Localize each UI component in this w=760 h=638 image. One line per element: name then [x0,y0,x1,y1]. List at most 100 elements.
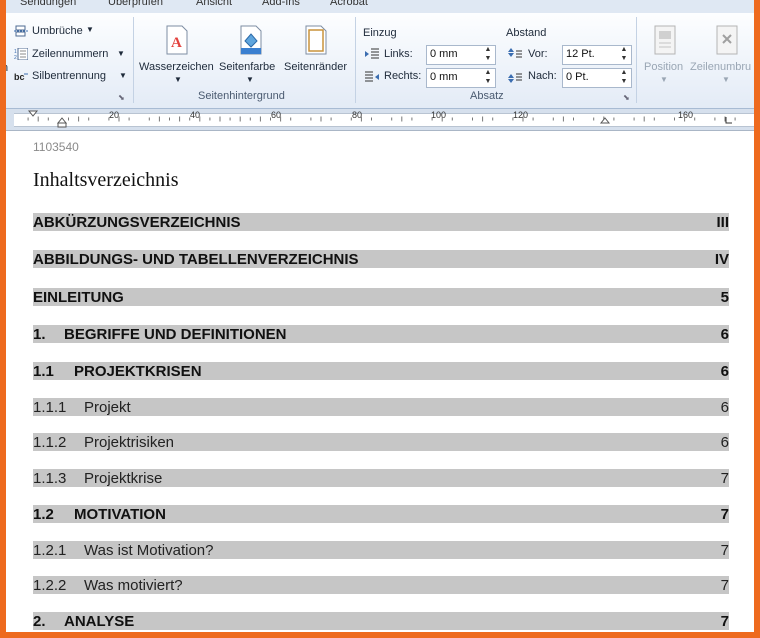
spin-up-icon[interactable]: ▲ [619,46,629,54]
toc-entry-page: 6 [720,434,729,451]
svg-text:bc: bc [14,72,25,82]
toc-entry-title: ABKÜRZUNGSVERZEICHNIS [33,214,241,231]
toc-entry[interactable]: ABKÜRZUNGSVERZEICHNIS III [33,213,729,231]
left-indent-marker[interactable] [57,122,67,128]
toc-entry-title: Projekt [84,399,131,416]
toc-entry[interactable]: 1.2 MOTIVATION 7 [33,505,729,523]
toc-entry[interactable]: EINLEITUNG 5 [33,288,729,306]
toc-entry[interactable]: 1.1.1 Projekt 6 [33,398,729,416]
chevron-down-icon[interactable]: ▼ [119,71,127,80]
toc-entry[interactable]: 1. BEGRIFFE UND DEFINITIONEN 6 [33,325,729,343]
tab-sendungen[interactable]: Sendungen [20,0,76,8]
tab-acrobat[interactable]: Acrobat [330,0,368,8]
group-separator [133,17,134,103]
toc-entry-label: 1.2.2 Was motiviert? [33,577,183,594]
spacing-after-value: 0 Pt. [566,71,589,83]
spin-up-icon[interactable]: ▲ [483,46,493,54]
indent-right-input[interactable]: 0 mm ▲ ▼ [426,68,496,88]
wasserzeichen-button[interactable]: Wasserzeichen [139,61,214,73]
word-window: Sendungen Überprüfen Ansicht Add-Ins Acr… [6,0,754,632]
toc-entry-page: 7 [720,542,729,559]
toc-entry-title: ANALYSE [64,613,135,630]
toc-entry-page: 7 [720,613,729,630]
tab-ueberpruefen[interactable]: Überprüfen [108,0,163,8]
spacing-after-input[interactable]: 0 Pt. ▲ ▼ [562,68,632,88]
zeilenumbruch-button[interactable]: Zeilenumbru [690,61,751,73]
spin-down-icon[interactable]: ▼ [483,78,493,86]
toc-entry[interactable]: 1.2.1 Was ist Motivation? 7 [33,541,729,559]
toc-entry-label: 1.1.3 Projektkrise [33,470,162,487]
chevron-down-icon[interactable]: ▼ [86,25,94,34]
tab-stop-marker[interactable] [725,117,732,124]
chevron-down-icon[interactable]: ▼ [174,75,182,84]
right-indent-marker[interactable] [599,117,611,124]
toc-entry-page: 7 [720,506,729,523]
position-icon [654,25,676,55]
vor-label: Vor: [528,48,548,60]
toc-entry-number: 1.1.2 [33,434,67,451]
spacing-after-icon [508,73,522,83]
spacing-before-value: 12 Pt. [566,48,595,60]
first-line-indent-marker[interactable] [27,110,39,117]
toc-entry-title: PROJEKTKRISEN [74,363,202,380]
toc-entry-label: 1.1.1 Projekt [33,399,131,416]
abstand-label: Abstand [506,27,547,39]
toc-entry-label: ABBILDUNGS- UND TABELLENVERZEICHNIS [33,251,359,268]
indent-right-value: 0 mm [430,71,458,83]
seitenfarbe-button[interactable]: Seitenfarbe [219,61,275,73]
chevron-down-icon[interactable]: ▼ [660,75,668,84]
watermark-icon: A [166,25,188,55]
umbrueche-button[interactable]: Umbrüche [32,25,83,37]
toc-entry-number: 1.1 [33,363,54,380]
spin-down-icon[interactable]: ▼ [619,55,629,63]
toc-entry-number: 1.1.1 [33,399,67,416]
horizontal-ruler[interactable]: 20 40 60 80 100 120 160 [6,109,754,131]
toc-entry[interactable]: 1.1.3 Projektkrise 7 [33,469,729,487]
toc-entry-title: BEGRIFFE UND DEFINITIONEN [64,326,287,343]
page-color-icon [240,25,262,55]
toc-entry-page: 6 [720,399,729,416]
spin-down-icon[interactable]: ▼ [619,78,629,86]
toc-entry[interactable]: 1.1.2 Projektrisiken 6 [33,433,729,451]
spin-down-icon[interactable]: ▼ [483,55,493,63]
zeilennummern-button[interactable]: Zeilennummern [32,48,108,60]
toc-entry[interactable]: ABBILDUNGS- UND TABELLENVERZEICHNIS IV [33,250,729,268]
position-button[interactable]: Position [644,61,683,73]
toc-entry-page: 6 [720,363,729,380]
toc-entry-page: 6 [720,326,729,343]
toc-entry[interactable]: 1.1 PROJEKTKRISEN 6 [33,362,729,380]
rechts-label: Rechts: [384,70,422,82]
spacing-before-icon [508,48,522,58]
indent-left-input[interactable]: 0 mm ▲ ▼ [426,45,496,65]
indent-left-icon [365,48,379,59]
ruler-ticks [27,110,736,128]
toc-entry[interactable]: 2. ANALYSE 7 [33,612,729,630]
tab-add-ins[interactable]: Add-Ins [262,0,300,8]
tab-ansicht[interactable]: Ansicht [196,0,232,8]
spin-up-icon[interactable]: ▲ [483,69,493,77]
toc-entry-number: 2. [33,613,46,630]
document-page[interactable]: 1103540 Inhaltsverzeichnis ABKÜRZUNGSVER… [6,131,754,632]
toc-entry-label: 1.2 MOTIVATION [33,506,166,523]
spacing-before-input[interactable]: 12 Pt. ▲ ▼ [562,45,632,65]
spin-up-icon[interactable]: ▲ [619,69,629,77]
chevron-down-icon[interactable]: ▼ [722,75,730,84]
toc-entry-number: 1.2 [33,506,54,523]
toc-heading: Inhaltsverzeichnis [33,169,179,191]
dialog-launcher-icon[interactable]: ⬊ [623,93,630,102]
seitenraender-button[interactable]: Seitenränder [284,61,347,73]
toc-entry-title: Projektkrise [84,470,163,487]
chevron-down-icon[interactable]: ▼ [246,75,254,84]
dialog-launcher-icon[interactable]: ⬊ [118,93,125,102]
indent-left-value: 0 mm [430,48,458,60]
svg-text:A: A [171,35,182,51]
group-separator [636,17,637,103]
toc-entry-title: Was motiviert? [84,577,183,594]
nach-label: Nach: [528,70,557,82]
group-label-absatz: Absatz [470,90,504,102]
chevron-down-icon[interactable]: ▼ [117,49,125,58]
toc-entry-title: Was ist Motivation? [84,542,214,559]
hanging-indent-marker[interactable] [56,117,68,124]
toc-entry[interactable]: 1.2.2 Was motiviert? 7 [33,576,729,594]
silbentrennung-button[interactable]: Silbentrennung [32,70,106,82]
